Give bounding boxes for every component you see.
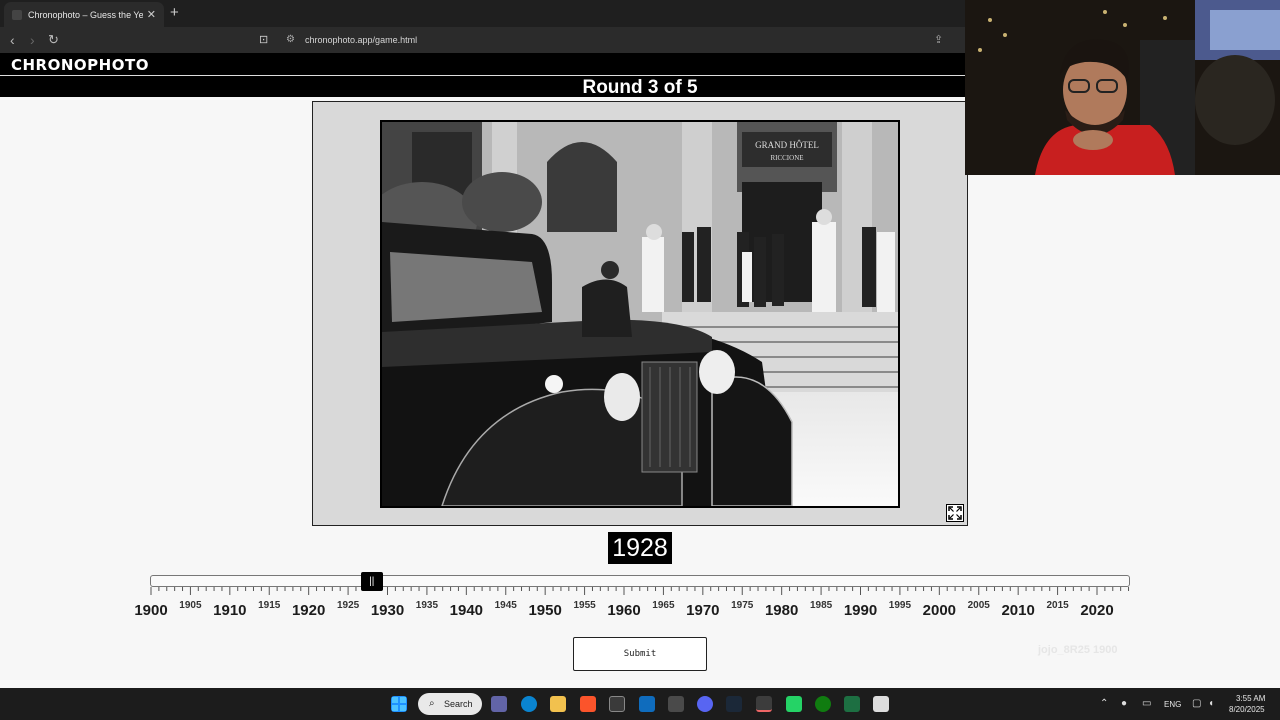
- slider-minor-label: 1955: [573, 600, 596, 611]
- close-tab-icon[interactable]: ✕: [147, 8, 156, 21]
- store-icon[interactable]: [609, 696, 625, 712]
- year-slider-thumb[interactable]: ||: [360, 572, 383, 591]
- site-logo[interactable]: CHRONOPHOTO: [11, 56, 149, 74]
- tab-title: Chronophoto – Guess the Year a: [28, 9, 143, 20]
- slider-major-label: 1980: [764, 602, 799, 619]
- teams-icon[interactable]: [491, 696, 507, 712]
- volume-icon[interactable]: ◖: [1208, 698, 1214, 709]
- hotel-sign-line2: RICCIONE: [770, 154, 803, 162]
- slider-minor-label: 1905: [179, 600, 202, 611]
- tray-chevron-icon[interactable]: ⌃: [1100, 698, 1108, 709]
- hotel-sign-line1: GRAND HÔTEL: [755, 140, 819, 150]
- windows-start-icon[interactable]: [391, 696, 407, 712]
- slider-major-label: 2010: [1001, 602, 1035, 619]
- selected-year: 1928: [608, 532, 672, 564]
- slider-major-label: 2020: [1080, 602, 1114, 619]
- display-icon[interactable]: ▢: [1192, 698, 1201, 709]
- brave-icon[interactable]: [580, 696, 596, 712]
- app-icon[interactable]: [668, 696, 684, 712]
- slider-minor-label: 1965: [652, 600, 675, 611]
- discord-icon[interactable]: [697, 696, 713, 712]
- forward-icon[interactable]: ›: [30, 32, 35, 48]
- bookmark-icon[interactable]: ⊡: [259, 33, 268, 46]
- hotel-car-photo: GRAND HÔTEL RICCIONE: [382, 122, 898, 506]
- terminal-icon[interactable]: [756, 696, 772, 712]
- slider-minor-label: 1995: [888, 600, 912, 611]
- tab-favicon-icon: [12, 9, 22, 20]
- fullscreen-icon[interactable]: [946, 504, 964, 522]
- slider-major-label: 1990: [843, 602, 878, 619]
- edge-icon[interactable]: [521, 696, 537, 712]
- browser-tab[interactable]: Chronophoto – Guess the Year a ✕: [4, 2, 164, 27]
- site-settings-icon[interactable]: ⚙: [286, 34, 295, 45]
- slider-major-label: 1970: [686, 602, 720, 619]
- webcam-overlay: [965, 0, 1280, 175]
- clock-time[interactable]: 3:55 AM: [1236, 694, 1265, 703]
- new-tab-button[interactable]: +: [170, 4, 179, 21]
- slider-minor-label: 1945: [494, 600, 517, 611]
- share-icon[interactable]: ⇪: [934, 33, 943, 46]
- taskbar-search[interactable]: ⌕ Search: [418, 693, 482, 715]
- slider-major-label: 1960: [607, 602, 641, 619]
- slider-major-label: 1940: [449, 602, 484, 619]
- clock-date[interactable]: 8/20/2025: [1229, 705, 1265, 714]
- steam-icon[interactable]: [726, 696, 742, 712]
- xbox-icon[interactable]: [815, 696, 831, 712]
- notepad-icon[interactable]: [873, 696, 889, 712]
- slider-major-label: 1950: [528, 602, 562, 619]
- watermark-text: jojo_8R25 1900: [1038, 644, 1118, 656]
- microphone-icon[interactable]: ●: [1121, 698, 1127, 709]
- slider-major-label: 1920: [291, 602, 326, 619]
- slider-minor-label: 1925: [336, 600, 360, 611]
- keyboard-icon[interactable]: ▭: [1142, 698, 1151, 709]
- year-slider-track[interactable]: [150, 575, 1130, 587]
- slider-minor-label: 2015: [1046, 600, 1069, 611]
- slider-minor-label: 1935: [415, 600, 439, 611]
- slider-minor-label: 2005: [967, 600, 990, 611]
- search-label: Search: [444, 699, 473, 709]
- photo-frame: GRAND HÔTEL RICCIONE: [312, 101, 968, 526]
- slider-major-label: 2000: [922, 602, 957, 619]
- slider-minor-label: 1985: [809, 600, 833, 611]
- historical-photo: GRAND HÔTEL RICCIONE: [380, 120, 900, 508]
- language-indicator[interactable]: ENG: [1164, 700, 1181, 709]
- excel-icon[interactable]: [844, 696, 860, 712]
- slider-minor-label: 1975: [731, 600, 754, 611]
- windows-taskbar: ⌕ Search ⌃ ● ▭ ENG ▢ ◖ 3:55 AM 8/20/2025: [0, 688, 1280, 720]
- search-icon: ⌕: [429, 698, 435, 709]
- slider-minor-label: 1915: [258, 600, 281, 611]
- back-icon[interactable]: ‹: [10, 32, 15, 48]
- whatsapp-icon[interactable]: [786, 696, 802, 712]
- slider-major-label: 1910: [213, 602, 247, 619]
- slider-major-label: 1930: [370, 602, 405, 619]
- submit-button[interactable]: Submit: [573, 637, 707, 671]
- reload-icon[interactable]: ↻: [48, 32, 59, 48]
- slider-major-label: 1900: [134, 602, 168, 619]
- file-explorer-icon[interactable]: [550, 696, 566, 712]
- outlook-icon[interactable]: [639, 696, 655, 712]
- url-text[interactable]: chronophoto.app/game.html: [305, 35, 417, 45]
